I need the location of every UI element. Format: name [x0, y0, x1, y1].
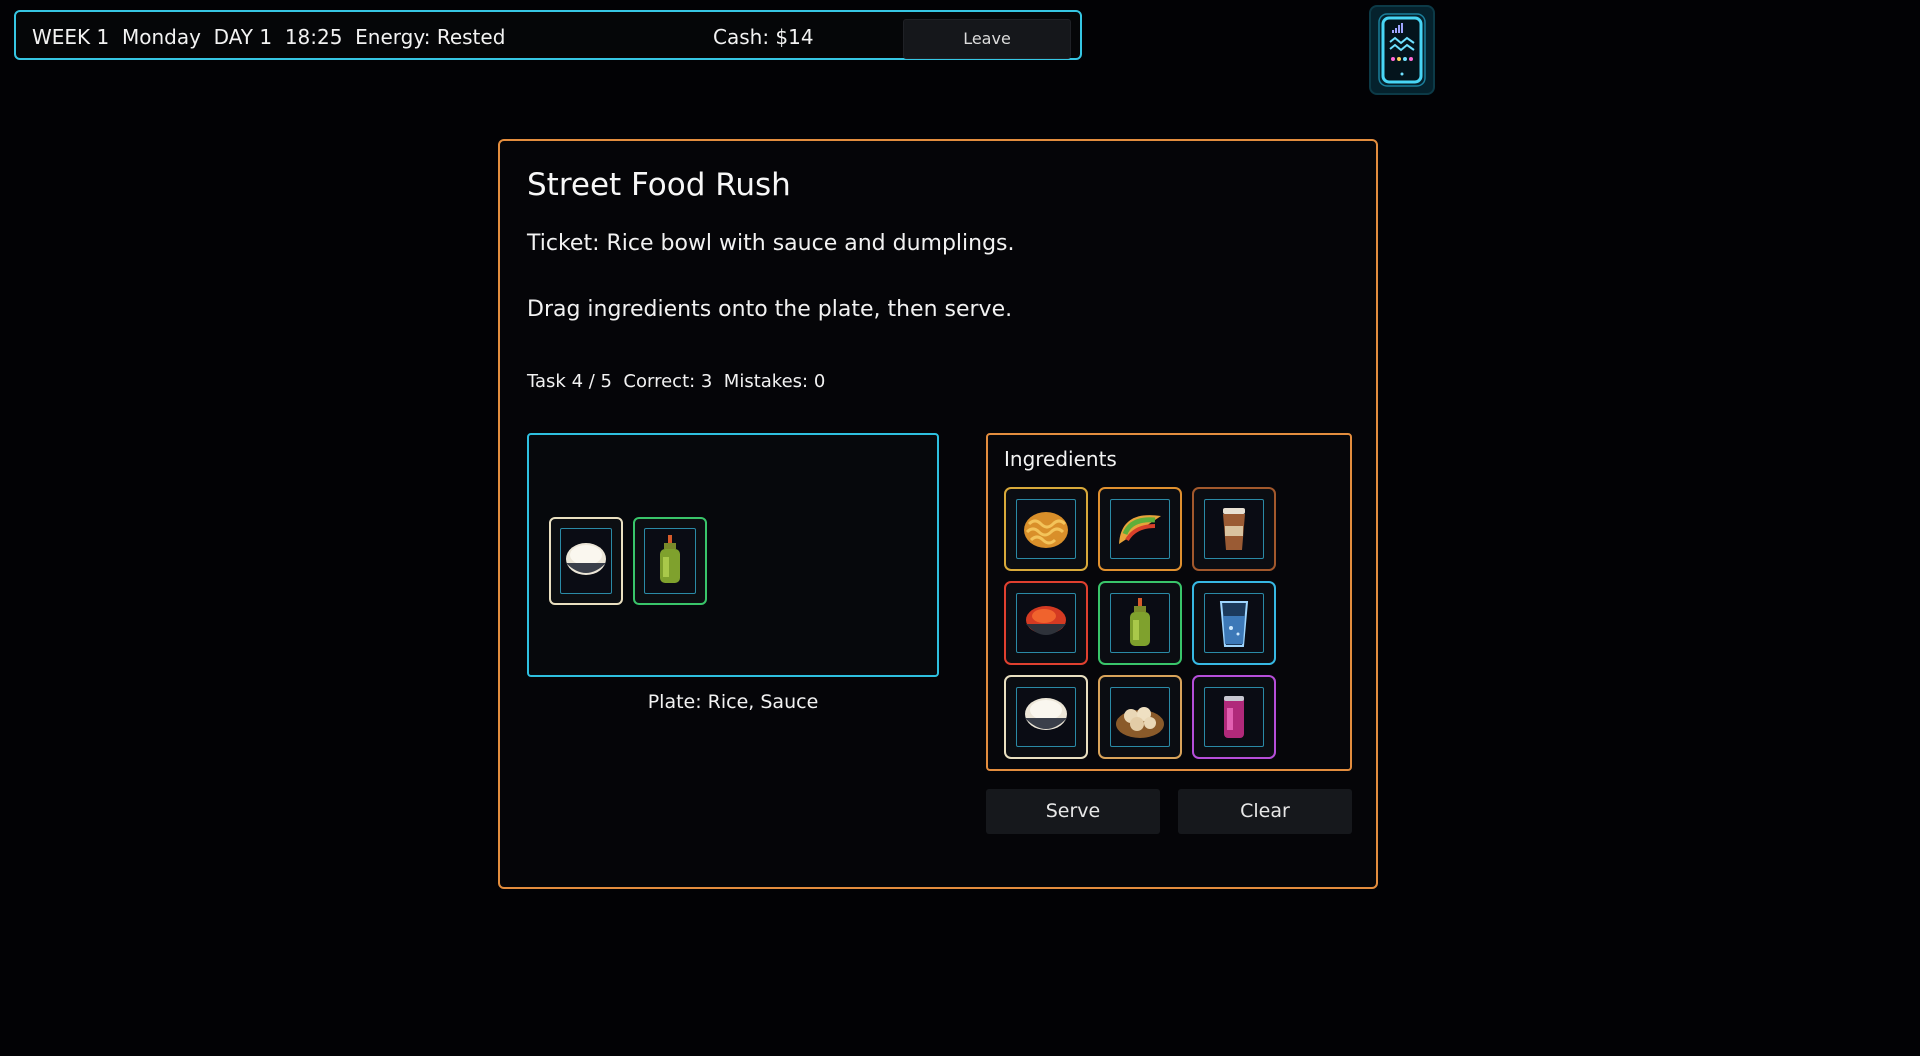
ingredient-sauce[interactable]: [1098, 581, 1182, 665]
chili-powder-bowl-icon: [1026, 606, 1066, 635]
status-text: WEEK 1 Monday DAY 1 18:25 Energy: Rested: [32, 25, 506, 49]
task-stats: Task 4 / 5 Correct: 3 Mistakes: 0: [527, 371, 826, 392]
taco-icon: [1119, 515, 1161, 544]
ingredient-noodles[interactable]: [1004, 487, 1088, 571]
order-ticket: Ticket: Rice bowl with sauce and dumplin…: [527, 231, 1015, 256]
dumplings-basket-icon: [1116, 707, 1164, 738]
ingredient-rice[interactable]: [1004, 675, 1088, 759]
rice-bowl-icon: [1025, 698, 1067, 730]
sauce-bottle-icon: [1130, 598, 1150, 646]
water-glass-icon: [1219, 601, 1249, 647]
serve-button[interactable]: Serve: [986, 789, 1160, 834]
instructions-text: Drag ingredients onto the plate, then se…: [527, 297, 1013, 322]
cash-display: Cash: $14: [713, 25, 814, 49]
plate-item-rice[interactable]: [549, 517, 623, 605]
ingredient-water[interactable]: [1192, 581, 1276, 665]
leave-button[interactable]: Leave: [903, 19, 1071, 59]
ingredient-taco[interactable]: [1098, 487, 1182, 571]
top-status-bar: WEEK 1 Monday DAY 1 18:25 Energy: Rested…: [14, 10, 1082, 60]
plate-item-sauce[interactable]: [633, 517, 707, 605]
plate-drop-zone[interactable]: [527, 433, 939, 677]
coffee-cup-icon: [1223, 508, 1245, 550]
ingredient-soda[interactable]: [1192, 675, 1276, 759]
game-screen: WEEK 1 Monday DAY 1 18:25 Energy: Rested…: [0, 0, 1920, 1056]
rice-bowl-icon: [566, 543, 606, 575]
clear-button[interactable]: Clear: [1178, 789, 1352, 834]
ingredient-dumplings[interactable]: [1098, 675, 1182, 759]
plate-summary: Plate: Rice, Sauce: [647, 691, 819, 713]
phone-icon[interactable]: [1369, 5, 1435, 95]
panel-title: Street Food Rush: [527, 167, 791, 203]
soda-can-icon: [1224, 696, 1244, 738]
ingredients-label: Ingredients: [1004, 447, 1117, 471]
ingredients-panel: Ingredients: [986, 433, 1352, 771]
ingredient-coffee[interactable]: [1192, 487, 1276, 571]
sauce-bottle-icon: [660, 535, 680, 583]
noodles-icon: [1024, 512, 1068, 548]
ingredient-chili[interactable]: [1004, 581, 1088, 665]
minigame-panel: Street Food Rush Ticket: Rice bowl with …: [498, 139, 1378, 889]
